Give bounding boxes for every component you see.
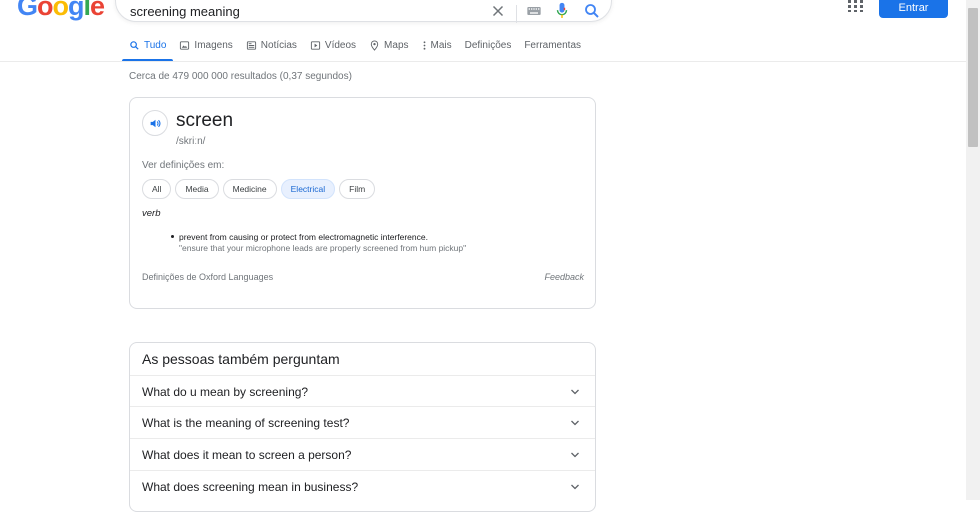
question-text: What does it mean to screen a person? xyxy=(142,448,352,462)
question-text: What do u mean by screening? xyxy=(142,385,309,399)
definition-text: prevent from causing or protect from ele… xyxy=(179,232,428,242)
paa-question[interactable]: What is the meaning of screening test? xyxy=(130,406,595,438)
paa-title: As pessoas também perguntam xyxy=(142,351,340,367)
tab-label: Ferramentas xyxy=(524,40,582,51)
news-icon xyxy=(246,41,256,50)
tab-more[interactable]: Mais xyxy=(422,37,452,54)
tab-label: Notícias xyxy=(260,40,297,51)
question-text: What is the meaning of screening test? xyxy=(142,416,350,430)
mic-icon[interactable] xyxy=(555,2,569,20)
example-text: "ensure that your microphone leads are p… xyxy=(179,243,467,253)
tab-label: Tudo xyxy=(144,40,167,51)
logo-letter: o xyxy=(37,0,53,21)
chip-electrical[interactable]: Electrical xyxy=(280,179,336,199)
tab-tools[interactable]: Ferramentas xyxy=(524,37,581,54)
part-of-speech: verb xyxy=(142,208,161,219)
bullet-icon xyxy=(171,235,174,238)
chevron-down-icon xyxy=(571,452,579,458)
tab-label: Vídeos xyxy=(324,40,357,51)
more-vert-icon xyxy=(423,41,425,50)
paa-question[interactable]: What does screening mean in business? xyxy=(130,470,595,502)
chevron-down-icon xyxy=(571,484,579,490)
dictionary-card: screen /skriːn/ Ver definições em: All M… xyxy=(129,97,596,309)
tabs-divider xyxy=(0,61,966,62)
search-input[interactable]: screening meaning xyxy=(130,4,240,19)
paa-question[interactable]: What does it mean to screen a person? xyxy=(130,438,595,470)
people-also-ask: As pessoas também perguntam What do u me… xyxy=(129,342,596,512)
chip-media[interactable]: Media xyxy=(175,179,219,199)
chip-all[interactable]: All xyxy=(142,179,172,199)
dictionary-word: screen xyxy=(176,110,234,131)
tab-all[interactable]: Tudo xyxy=(121,37,174,62)
keyboard-icon[interactable] xyxy=(526,3,542,19)
video-icon xyxy=(310,41,320,50)
page-scrollbar[interactable] xyxy=(966,0,980,500)
results-count: Cerca de 479 000 000 resultados (0,37 se… xyxy=(129,71,352,82)
clear-icon[interactable] xyxy=(489,2,507,20)
tab-label: Definições xyxy=(464,40,512,51)
search-box[interactable]: screening meaning xyxy=(115,0,612,23)
tab-news[interactable]: Notícias xyxy=(246,37,297,54)
tab-settings[interactable]: Definições xyxy=(465,37,512,54)
scrollbar-thumb[interactable] xyxy=(968,8,978,147)
logo-letter: G xyxy=(17,0,38,21)
tab-maps[interactable]: Maps xyxy=(369,37,409,54)
apps-icon[interactable] xyxy=(848,0,863,12)
definition-chips: All Media Medicine Electrical Film xyxy=(142,179,376,199)
feedback-link[interactable]: Feedback xyxy=(544,272,584,282)
tab-videos[interactable]: Vídeos xyxy=(310,37,356,54)
tab-label: Mais xyxy=(430,40,452,51)
search-divider xyxy=(516,5,517,23)
google-logo[interactable]: Google xyxy=(17,0,105,22)
pronounce-button[interactable] xyxy=(142,110,168,136)
dictionary-source[interactable]: Definições de Oxford Languages xyxy=(142,272,273,282)
search-icon xyxy=(130,41,139,50)
tab-label: Imagens xyxy=(194,40,233,51)
chevron-down-icon xyxy=(571,389,579,395)
logo-letter: g xyxy=(68,0,84,21)
chevron-down-icon xyxy=(571,420,579,426)
logo-letter: e xyxy=(90,0,105,21)
question-text: What does screening mean in business? xyxy=(142,480,359,494)
tab-label: Maps xyxy=(384,40,409,51)
chip-film[interactable]: Film xyxy=(339,179,376,199)
speaker-icon xyxy=(150,119,160,127)
phonetic: /skriːn/ xyxy=(176,136,206,147)
signin-button[interactable]: Entrar xyxy=(879,0,948,18)
paa-question[interactable]: What do u mean by screening? xyxy=(130,375,595,407)
search-icon[interactable] xyxy=(583,2,601,20)
see-definitions-label: Ver definições em: xyxy=(142,160,225,171)
logo-letter: o xyxy=(52,0,69,21)
image-icon xyxy=(180,41,190,50)
map-pin-icon xyxy=(370,40,379,51)
tab-images[interactable]: Imagens xyxy=(179,37,233,54)
search-tabs: Tudo Imagens Notícias Vídeos Maps Mais D… xyxy=(121,37,594,62)
chip-medicine[interactable]: Medicine xyxy=(222,179,277,199)
